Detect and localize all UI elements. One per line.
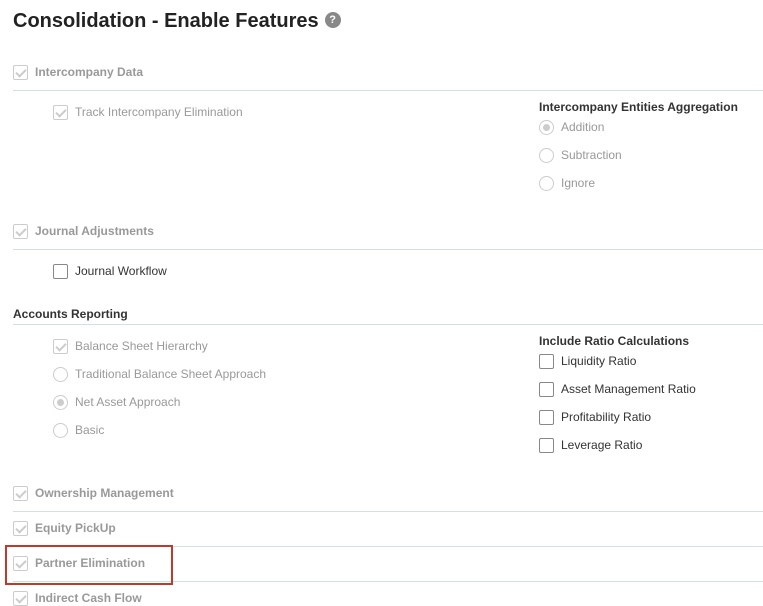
radio-subtraction[interactable]: Subtraction (539, 147, 622, 163)
label: Liquidity Ratio (561, 354, 637, 368)
label: Traditional Balance Sheet Approach (75, 367, 267, 381)
page-title: Consolidation - Enable Features? (13, 10, 341, 33)
indirect-cash-flow-checkbox[interactable]: Indirect Cash Flow (13, 590, 142, 606)
label: Ignore (561, 176, 596, 190)
label: Leverage Ratio (561, 438, 643, 452)
checkbox-icon (53, 104, 68, 120)
radio-basic[interactable]: Basic (53, 422, 104, 438)
radio-net-asset[interactable]: Net Asset Approach (53, 394, 180, 410)
radio-traditional[interactable]: Traditional Balance Sheet Approach (53, 366, 266, 382)
ratio-heading: Include Ratio Calculations (539, 334, 690, 348)
label: Profitability Ratio (561, 410, 652, 424)
checkbox-icon (13, 590, 28, 606)
checkbox-icon (13, 520, 28, 536)
divider (13, 90, 763, 91)
checkbox-icon (539, 437, 554, 453)
radio-icon (539, 175, 554, 191)
balance-sheet-checkbox[interactable]: Balance Sheet Hierarchy (53, 338, 208, 354)
profitability-ratio-checkbox[interactable]: Profitability Ratio (539, 409, 651, 425)
label: Asset Management Ratio (561, 382, 696, 396)
radio-ignore[interactable]: Ignore (539, 175, 595, 191)
label: Journal Workflow (75, 264, 167, 278)
asset-management-ratio-checkbox[interactable]: Asset Management Ratio (539, 381, 696, 397)
label: Addition (561, 120, 605, 134)
checkbox-icon (539, 409, 554, 425)
radio-icon (539, 147, 554, 163)
checkbox-icon (13, 64, 28, 80)
title-text: Consolidation - Enable Features (13, 10, 319, 32)
checkbox-icon (53, 338, 68, 354)
liquidity-ratio-checkbox[interactable]: Liquidity Ratio (539, 353, 636, 369)
aggregation-heading: Intercompany Entities Aggregation (539, 100, 738, 114)
label: Net Asset Approach (75, 395, 181, 409)
radio-icon (53, 394, 68, 410)
checkbox-icon (13, 223, 28, 239)
journal-adjustments-checkbox[interactable]: Journal Adjustments (13, 223, 154, 239)
checkbox-icon (53, 263, 68, 279)
leverage-ratio-checkbox[interactable]: Leverage Ratio (539, 437, 642, 453)
label: Equity PickUp (35, 521, 116, 535)
radio-icon (53, 422, 68, 438)
radio-icon (53, 366, 68, 382)
checkbox-icon (13, 485, 28, 501)
track-elimination-checkbox[interactable]: Track Intercompany Elimination (53, 104, 243, 120)
checkbox-icon (539, 353, 554, 369)
help-icon[interactable]: ? (324, 11, 341, 28)
label: Intercompany Data (35, 65, 144, 79)
intercompany-data-checkbox[interactable]: Intercompany Data (13, 64, 143, 80)
label: Basic (75, 423, 105, 437)
highlight-box (5, 545, 173, 585)
radio-addition[interactable]: Addition (539, 119, 604, 135)
label: Balance Sheet Hierarchy (75, 339, 208, 353)
equity-pickup-checkbox[interactable]: Equity PickUp (13, 520, 116, 536)
ownership-management-checkbox[interactable]: Ownership Management (13, 485, 174, 501)
label: Ownership Management (35, 486, 174, 500)
divider (13, 511, 763, 512)
divider (13, 249, 763, 250)
checkbox-icon (539, 381, 554, 397)
label: Subtraction (561, 148, 622, 162)
label: Track Intercompany Elimination (75, 105, 243, 119)
label: Indirect Cash Flow (35, 591, 142, 605)
journal-workflow-checkbox[interactable]: Journal Workflow (53, 263, 167, 279)
radio-icon (539, 119, 554, 135)
label: Journal Adjustments (35, 224, 154, 238)
divider (13, 324, 763, 325)
accounts-reporting-heading: Accounts Reporting (13, 307, 128, 321)
